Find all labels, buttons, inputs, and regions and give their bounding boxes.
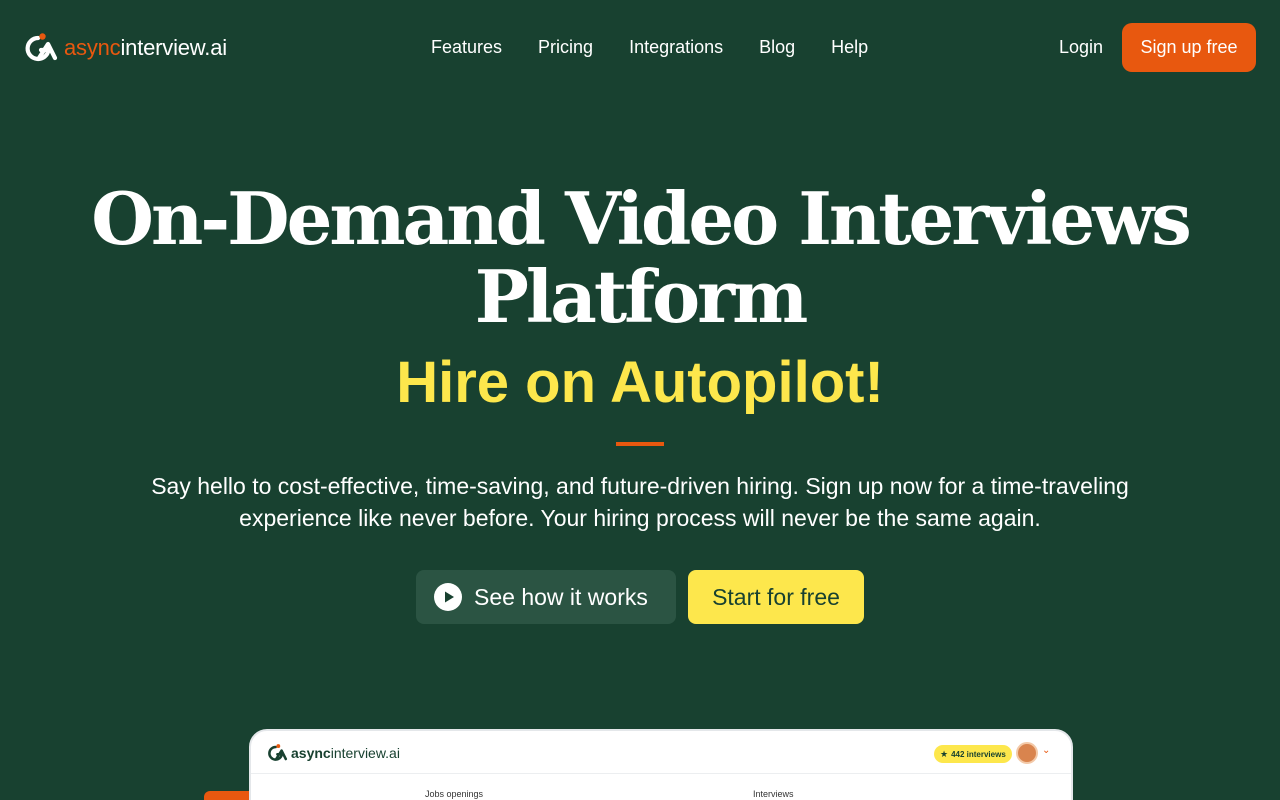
hero-cta-row: See how it works Start for free xyxy=(0,570,1280,624)
login-link[interactable]: Login xyxy=(1059,36,1103,58)
nav-link-blog[interactable]: Blog xyxy=(759,36,795,58)
play-icon xyxy=(434,583,462,611)
start-for-free-button[interactable]: Start for free xyxy=(688,570,864,624)
jobs-openings-label: Jobs openings xyxy=(425,789,484,799)
preview-logo-mark-icon xyxy=(268,744,288,761)
hero-title-line1: On-Demand Video Interviews xyxy=(91,176,1192,261)
interviews-count-badge: ★ 442 interviews xyxy=(934,745,1012,763)
interviews-count-label: 442 interviews xyxy=(951,749,1006,759)
interviews-label: Interviews xyxy=(753,789,794,799)
avatar[interactable] xyxy=(1016,742,1038,764)
hero-description: Say hello to cost-effective, time-saving… xyxy=(151,473,1129,531)
top-nav: asyncinterview.ai Features Pricing Integ… xyxy=(0,0,1280,94)
preview-logo-rest: interview.ai xyxy=(330,745,400,761)
logo-mark-icon xyxy=(25,33,58,62)
brand-logo[interactable]: asyncinterview.ai xyxy=(24,33,227,63)
hero-subtitle: Hire on Autopilot! xyxy=(396,350,884,415)
nav-link-features[interactable]: Features xyxy=(431,36,502,58)
nav-link-integrations[interactable]: Integrations xyxy=(629,36,723,58)
see-how-it-works-label: See how it works xyxy=(474,583,648,610)
primary-nav: Features Pricing Integrations Blog Help xyxy=(431,36,868,58)
preview-logo-async: async xyxy=(291,745,331,761)
star-icon: ★ xyxy=(940,748,949,759)
preview-wordmark: asyncinterview.ai xyxy=(291,746,400,760)
logo-wordmark: asyncinterview.ai xyxy=(64,37,227,59)
preview-divider xyxy=(251,773,1071,774)
see-how-it-works-button[interactable]: See how it works xyxy=(416,570,676,624)
nav-link-help[interactable]: Help xyxy=(831,36,868,58)
signup-button[interactable]: Sign up free xyxy=(1122,23,1256,72)
hero-title: On-Demand Video Interviews Platform xyxy=(0,180,1280,336)
hero-divider xyxy=(616,442,664,446)
chevron-down-icon[interactable]: ⌄ xyxy=(1042,746,1052,756)
preview-logo: asyncinterview.ai xyxy=(267,743,400,763)
app-preview: asyncinterview.ai ★ 442 interviews ⌄ Job… xyxy=(249,729,1073,800)
nav-link-pricing[interactable]: Pricing xyxy=(538,36,593,58)
hero-title-line2: Platform xyxy=(474,254,809,339)
logo-rest: interview.ai xyxy=(120,35,227,60)
logo-async: async xyxy=(64,35,121,60)
